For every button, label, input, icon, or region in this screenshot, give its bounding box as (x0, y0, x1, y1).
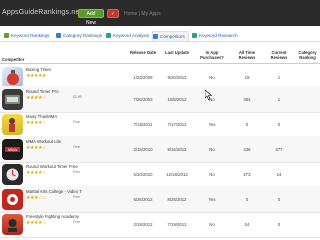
table-row[interactable]: MMA MMA Workout Lite ★★★★☆ Free 2/15/201… (0, 136, 320, 163)
in-app-purchases: Yes (208, 197, 216, 202)
tab-label: Keyword Analysis (113, 33, 150, 38)
round-workout-timer-app-icon[interactable] (2, 164, 23, 185)
rating-stars: ★★★★☆ (26, 120, 46, 126)
last-update: 7/19/2012 (167, 222, 187, 227)
round-timer-pro-app-icon[interactable] (2, 89, 23, 110)
header-last-update[interactable]: Last Update (164, 50, 190, 55)
app-name[interactable]: Boxing Timer (26, 67, 51, 72)
tab-label: Keyword Rankings (11, 33, 50, 38)
table-row[interactable]: Freestyle Fighting Academy ★★★★☆ Free 2/… (0, 211, 320, 238)
rating-stars: ★★★☆☆ (26, 195, 46, 201)
header-category-ranking[interactable]: Category Ranking (295, 50, 320, 60)
mma-workout-app-icon[interactable]: MMA (2, 139, 23, 160)
app-price: Free (73, 170, 80, 174)
table-row[interactable]: Martial Arts College - Video T ★★★☆☆ Fre… (0, 186, 320, 213)
rating-stars: ★★★★☆ (26, 95, 46, 101)
current-reviews: 0 (277, 222, 281, 227)
mouse-cursor-icon (205, 90, 213, 100)
all-time-reviews: 0 (245, 197, 249, 202)
app-price: Free (73, 120, 80, 124)
tab-bar: Keyword Rankings Category Rankings Keywo… (0, 30, 320, 42)
header-current-reviews[interactable]: Current Reviews (266, 50, 292, 60)
app-name[interactable]: Martial Arts College - Video T (26, 189, 82, 194)
release-date: 1/23/2009 (133, 75, 153, 80)
last-update: 12/16/2012 (166, 172, 188, 177)
rating-stars: ★★★★☆ (26, 170, 46, 176)
confirm-button[interactable]: ✓ (107, 9, 119, 18)
app-name[interactable]: Round Timer Pro (26, 89, 58, 94)
muay-thai-app-icon[interactable] (2, 114, 23, 135)
last-update: 10/8/2012 (167, 97, 187, 102)
top-bar: AppsGuideRankings.net Add New App ✓ Home… (0, 0, 320, 35)
last-update: 8/26/2012 (167, 197, 187, 202)
keyword-ranking-icon (4, 33, 9, 38)
all-time-reviews: 24 (244, 222, 250, 227)
freestyle-fighting-app-icon[interactable] (2, 214, 23, 235)
table-row[interactable]: Round Timer Pro ★★★★☆ $2.99 7/26/2003 10… (0, 86, 320, 113)
release-date: 7/26/2003 (133, 97, 153, 102)
last-update: 8/16/2012 (167, 147, 187, 152)
in-app-purchases: No (209, 75, 215, 80)
last-update: 9/20/2012 (167, 75, 187, 80)
all-time-reviews: 0 (245, 122, 249, 127)
current-reviews: 0 (277, 122, 281, 127)
header-release-date[interactable]: Release Date (128, 50, 158, 55)
app-name[interactable]: Freestyle Fighting Academy (26, 214, 79, 219)
release-date: 2/19/2012 (133, 222, 153, 227)
rating-stars: ★★★★☆ (26, 145, 46, 151)
all-time-reviews: 436 (243, 147, 251, 152)
tab-label: Competitors (160, 34, 185, 39)
rating-stars: ★★★★☆ (26, 220, 46, 226)
app-name[interactable]: Round Workout Timer Free (26, 164, 78, 169)
all-time-reviews: 364 (243, 97, 251, 102)
tab-keyword-rankings[interactable]: Keyword Rankings (4, 31, 49, 41)
all-time-reviews: 19 (244, 75, 250, 80)
app-price: Free (73, 195, 80, 199)
current-reviews: 24 (276, 172, 282, 177)
app-price: Free (73, 145, 80, 149)
header-in-app-purchases[interactable]: In App Purchases? (196, 50, 228, 60)
tab-competitors[interactable]: Competitors (152, 31, 189, 41)
header-all-time-reviews[interactable]: All Time Reviews (233, 50, 261, 60)
header-competitor[interactable]: Competitor (2, 57, 24, 62)
tab-label: Keyword Research (199, 33, 238, 38)
release-date: 7/16/2011 (133, 122, 153, 127)
in-app-purchases: Yes (208, 122, 216, 127)
release-date: 2/15/2010 (133, 147, 153, 152)
martial-arts-app-icon[interactable] (2, 189, 23, 210)
site-title[interactable]: AppsGuideRankings.net (2, 9, 82, 16)
keyword-research-icon (192, 33, 197, 38)
svg-text:MMA: MMA (8, 147, 18, 152)
current-reviews: 477 (275, 147, 283, 152)
in-app-purchases: No (209, 172, 215, 177)
current-reviews: 1 (277, 97, 281, 102)
tab-category-rankings[interactable]: Category Rankings (56, 31, 102, 41)
tab-label: Category Rankings (63, 33, 103, 38)
table-header: Competitor Release Date Last Update In A… (0, 48, 320, 64)
app-name[interactable]: Muay Thai/MMA (26, 114, 57, 119)
release-date: 5/10/2010 (133, 172, 153, 177)
competitors-icon (153, 34, 158, 39)
last-update: 7/17/2012 (167, 122, 187, 127)
add-new-app-button[interactable]: Add New App (78, 9, 104, 35)
release-date: 6/26/2012 (133, 197, 153, 202)
top-nav[interactable]: Home | My Apps (124, 11, 161, 17)
boxing-timer-app-icon[interactable] (2, 67, 23, 88)
table-row[interactable]: Muay Thai/MMA ★★★★☆ Free 7/16/2011 7/17/… (0, 111, 320, 138)
tab-keyword-research[interactable]: Keyword Research (192, 31, 238, 41)
current-reviews: 0 (277, 197, 281, 202)
category-ranking-icon (56, 33, 61, 38)
all-time-reviews: 273 (243, 172, 251, 177)
keyword-analysis-icon (106, 33, 111, 38)
rating-stars: ★★★★★ (26, 73, 46, 79)
app-name[interactable]: MMA Workout Lite (26, 139, 61, 144)
table-row[interactable]: Round Workout Timer Free ★★★★☆ Free 5/10… (0, 161, 320, 188)
app-price: $2.99 (73, 95, 82, 99)
in-app-purchases: No (209, 222, 215, 227)
tab-keyword-analysis[interactable]: Keyword Analysis (106, 31, 149, 41)
app-price: Free (73, 220, 80, 224)
current-reviews: 1 (277, 75, 281, 80)
in-app-purchases: No (209, 147, 215, 152)
